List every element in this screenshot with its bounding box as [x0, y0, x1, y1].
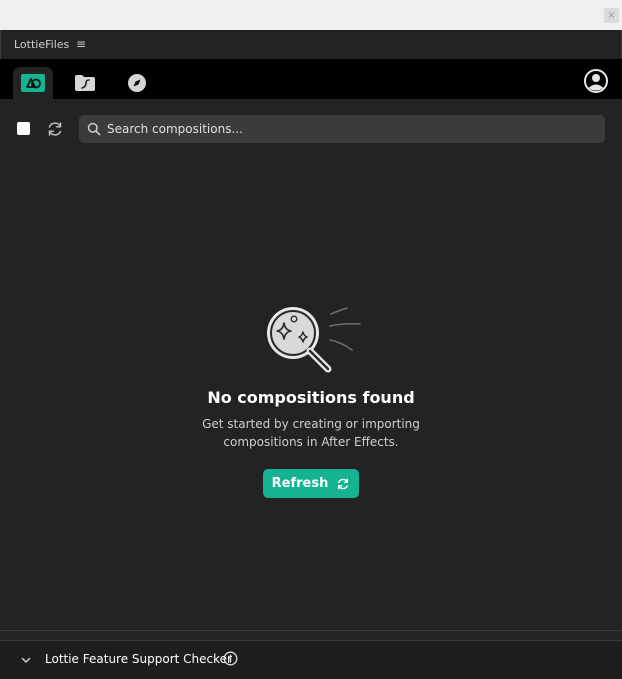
compositions-icon: [21, 74, 45, 92]
tab-local-files[interactable]: [65, 67, 105, 99]
tab-bar: [0, 59, 622, 99]
tab-compositions[interactable]: [13, 67, 53, 99]
empty-state-description: Get started by creating or importing com…: [202, 417, 420, 449]
panel-title: LottieFiles: [14, 38, 70, 51]
info-icon[interactable]: [223, 651, 238, 666]
feature-checker-panel[interactable]: Lottie Feature Support Checker: [0, 641, 622, 679]
select-all-checkbox[interactable]: [17, 122, 30, 135]
refresh-icon[interactable]: [46, 120, 64, 138]
empty-search-illustration: [267, 307, 361, 373]
compass-icon: [128, 74, 146, 92]
panel-menu-icon[interactable]: ≡: [76, 37, 86, 51]
refresh-button[interactable]: Refresh: [263, 469, 359, 498]
close-button[interactable]: ×: [604, 8, 619, 23]
folder-icon: [75, 75, 95, 91]
panel-header: LottieFiles ≡: [0, 30, 622, 59]
refresh-button-label: Refresh: [271, 476, 329, 491]
feature-checker-label: Lottie Feature Support Checker: [45, 652, 232, 666]
search-input[interactable]: Search compositions...: [79, 115, 605, 143]
window-titlebar: ×: [0, 0, 622, 30]
search-placeholder: Search compositions...: [107, 122, 243, 136]
chevron-down-icon[interactable]: [20, 654, 32, 666]
tab-discover[interactable]: [117, 67, 157, 99]
toolbar: Search compositions...: [0, 99, 622, 159]
divider: [0, 630, 622, 631]
refresh-icon: [338, 478, 349, 489]
empty-state-title: No compositions found: [207, 388, 415, 407]
search-icon: [87, 122, 101, 136]
user-avatar-icon[interactable]: [584, 69, 608, 93]
